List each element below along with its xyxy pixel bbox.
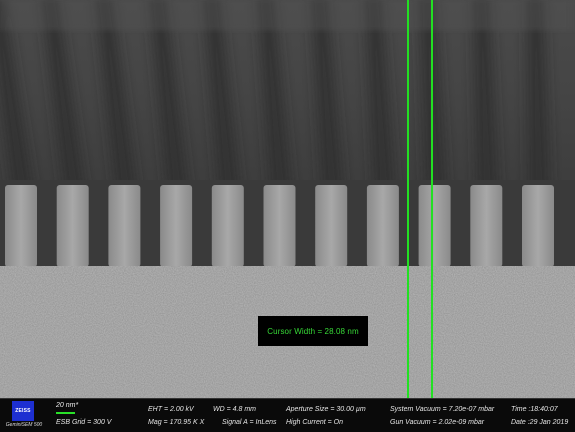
sem-data-bar: ZEISS GeminiSEM 500 20 nm* ESB Grid = 30… [0, 398, 575, 432]
cursor-line-right[interactable] [431, 0, 433, 398]
wd-value: WD = 4.8 mm [213, 406, 256, 413]
sem-image-viewport[interactable]: Cursor Width = 28.08 nm [0, 0, 575, 398]
zeiss-logo: ZEISS GeminiSEM 500 [2, 401, 46, 430]
date-value: Date :29 Jan 2019 [511, 419, 569, 426]
eht-value: EHT = 2.00 kV [148, 406, 194, 413]
cursor-width-readout: Cursor Width = 28.08 nm [258, 316, 368, 346]
instrument-name: GeminiSEM 500 [5, 422, 43, 428]
aperture-value: Aperture Size = 30.00 µm [286, 406, 366, 413]
scale-bar: 20 nm* [54, 402, 90, 420]
esb-grid-value: ESB Grid = 300 V [56, 419, 112, 426]
high-current-value: High Current = On [286, 419, 343, 426]
time-value: Time :18:40:07 [511, 406, 558, 413]
zeiss-logo-box: ZEISS [12, 401, 34, 421]
mag-value: Mag = 170.95 K X [148, 419, 205, 426]
scale-bar-line [56, 412, 75, 414]
top-band [0, 0, 575, 30]
scale-bar-label: 20 nm* [56, 402, 79, 409]
gun-vacuum-value: Gun Vacuum = 2.02e-09 mbar [390, 419, 485, 426]
system-vacuum-value: System Vacuum = 7.20e-07 mbar [390, 406, 495, 413]
signal-value: Signal A = InLens [222, 419, 277, 426]
cursor-line-left[interactable] [407, 0, 409, 398]
